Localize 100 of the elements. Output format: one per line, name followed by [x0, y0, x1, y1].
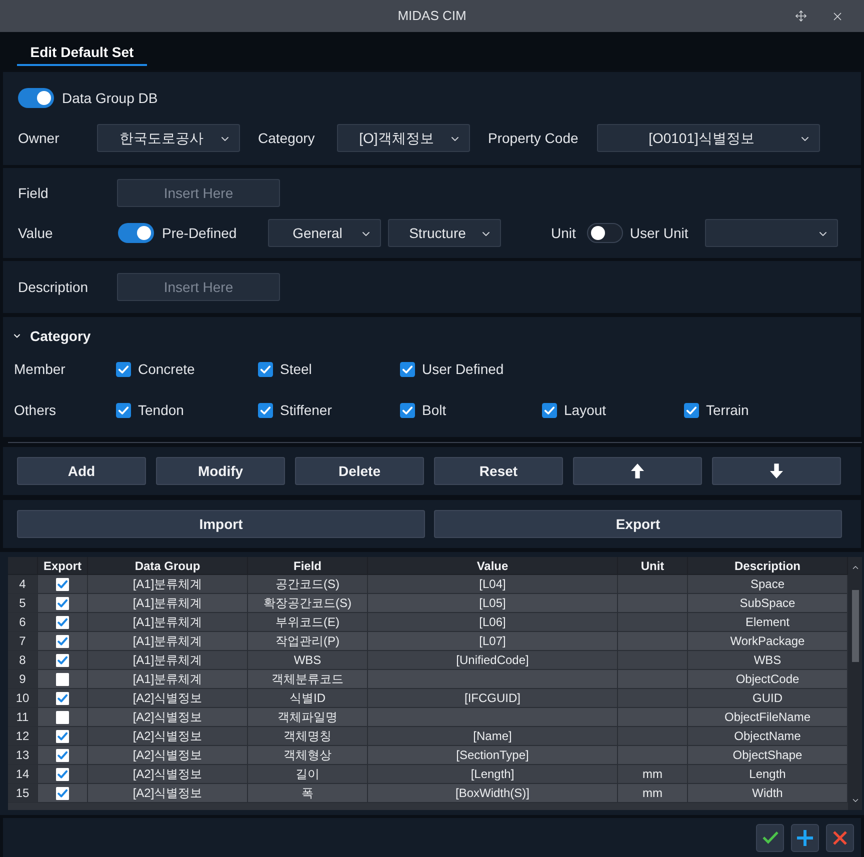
table-cell: [IFCGUID]	[368, 689, 618, 707]
table-row[interactable]: 5 [A1]분류체계 확장공간코드(S) [L05] SubSpace	[8, 594, 848, 613]
chevron-down-icon[interactable]	[850, 796, 860, 805]
move-icon[interactable]	[795, 10, 807, 22]
checkbox[interactable]	[542, 402, 557, 418]
form-label: Others	[14, 400, 58, 420]
row-number: 4	[8, 575, 38, 593]
table-cell: [A1]분류체계	[88, 575, 248, 593]
table-cell: 식별ID	[248, 689, 368, 707]
checkbox[interactable]	[684, 402, 699, 418]
checkbox[interactable]	[56, 616, 69, 628]
action-button[interactable]: Import	[17, 510, 425, 538]
confirm-button[interactable]	[756, 824, 784, 852]
table-cell: 객체형상	[248, 746, 368, 764]
add-button[interactable]	[791, 824, 819, 852]
toggle-switch[interactable]	[18, 88, 54, 108]
table-row[interactable]: 10 [A2]식별정보 식별ID [IFCGUID] GUID	[8, 689, 848, 708]
table-cell: [A1]분류체계	[88, 670, 248, 688]
input-field[interactable]: Insert Here	[117, 179, 280, 207]
checkbox[interactable]	[56, 654, 69, 666]
table-cell: [A2]식별정보	[88, 784, 248, 802]
table-cell: [L04]	[368, 575, 618, 593]
table-cell: [L06]	[368, 613, 618, 631]
cancel-button[interactable]	[826, 824, 854, 852]
table-row[interactable]: 8 [A1]분류체계 WBS [UnifiedCode] WBS	[8, 651, 848, 670]
toggle-label: Data Group DB	[62, 88, 158, 108]
table-cell: [A2]식별정보	[88, 746, 248, 764]
table-cell: [A1]분류체계	[88, 632, 248, 650]
checkbox[interactable]	[56, 634, 69, 648]
dropdown[interactable]: 한국도로공사	[97, 124, 240, 152]
action-button[interactable]: Reset	[434, 457, 563, 485]
table-cell: [A2]식별정보	[88, 689, 248, 707]
checkbox[interactable]	[258, 402, 273, 418]
action-button[interactable]: Export	[434, 510, 842, 538]
toggle-switch[interactable]	[586, 223, 623, 243]
scrollbar-thumb[interactable]	[852, 590, 858, 662]
action-button[interactable]: Modify	[156, 457, 285, 485]
table-row[interactable]: 9 [A1]분류체계 객체분류코드 ObjectCode	[8, 670, 848, 689]
table-row[interactable]: 11 [A2]식별정보 객체파일명 ObjectFileName	[8, 708, 848, 727]
checkbox[interactable]	[56, 578, 69, 590]
toggle-switch[interactable]	[118, 223, 154, 243]
input-field[interactable]: Insert Here	[117, 273, 280, 301]
table-cell: 객체분류코드	[248, 670, 368, 688]
checkbox-label[interactable]: Concrete	[138, 358, 195, 380]
table-cell: [Length]	[368, 765, 618, 783]
checkbox[interactable]	[400, 362, 415, 376]
table-cell: 객체명칭	[248, 727, 368, 745]
table-row[interactable]: 12 [A2]식별정보 객체명칭 [Name] ObjectName	[8, 727, 848, 746]
table-cell: [A1]분류체계	[88, 594, 248, 612]
scrollbar[interactable]	[848, 557, 862, 810]
checkbox[interactable]	[400, 402, 415, 418]
move-button[interactable]	[712, 457, 841, 485]
checkbox-label[interactable]: Terrain	[706, 400, 749, 420]
checkbox-label[interactable]: Stiffener	[280, 400, 332, 420]
checkbox[interactable]	[56, 692, 69, 704]
checkbox[interactable]	[56, 786, 69, 800]
table-cell: WBS	[248, 651, 368, 669]
checkbox-label[interactable]: Steel	[280, 358, 312, 380]
row-number: 13	[8, 746, 38, 764]
table-row[interactable]: 7 [A1]분류체계 작업관리(P) [L07] WorkPackage	[8, 632, 848, 651]
table-cell: 객체파일명	[248, 708, 368, 726]
checkbox[interactable]	[56, 748, 69, 762]
checkbox[interactable]	[56, 710, 69, 724]
section-header[interactable]: Category	[12, 326, 91, 346]
table-row[interactable]: 15 [A2]식별정보 폭 [BoxWidth(S)] mm Width	[8, 784, 848, 803]
checkbox[interactable]	[56, 596, 69, 610]
dropdown[interactable]: [O]객체정보	[337, 124, 470, 152]
checkbox[interactable]	[258, 362, 273, 376]
checkbox-label[interactable]: Bolt	[422, 400, 446, 420]
arrow-up-icon	[631, 463, 644, 479]
table-row[interactable]: 14 [A2]식별정보 길이 [Length] mm Length	[8, 765, 848, 784]
form-label: Owner	[18, 128, 60, 148]
checkbox[interactable]	[56, 730, 69, 742]
toggle-label: User Unit	[630, 224, 688, 242]
dropdown[interactable]: [O0101]식별정보	[597, 124, 820, 152]
checkbox-label[interactable]: Layout	[564, 400, 606, 420]
checkbox[interactable]	[56, 768, 69, 780]
table-cell: [A1]분류체계	[88, 651, 248, 669]
form-label: Category	[258, 128, 316, 148]
dropdown[interactable]: Structure	[388, 219, 501, 247]
chevron-up-icon[interactable]	[850, 563, 860, 572]
table-cell: 길이	[248, 765, 368, 783]
checkbox[interactable]	[56, 672, 69, 686]
tab[interactable]: Edit Default Set	[17, 40, 147, 66]
row-number: 10	[8, 689, 38, 707]
checkbox-label[interactable]: User Defined	[422, 358, 504, 380]
table-row[interactable]: 13 [A2]식별정보 객체형상 [SectionType] ObjectShape	[8, 746, 848, 765]
row-number: 11	[8, 708, 38, 726]
action-button[interactable]: Delete	[295, 457, 424, 485]
move-button[interactable]	[573, 457, 702, 485]
table-cell: [Name]	[368, 727, 618, 745]
dropdown[interactable]: General	[268, 219, 381, 247]
table-cell: 공간코드(S)	[248, 575, 368, 593]
row-number: 8	[8, 651, 38, 669]
table-row[interactable]: 6 [A1]분류체계 부위코드(E) [L06] Element	[8, 613, 848, 632]
checkbox-label[interactable]: Tendon	[138, 400, 184, 420]
action-button[interactable]: Add	[17, 457, 146, 485]
checkbox[interactable]	[116, 402, 131, 418]
table-row[interactable]: 4 [A1]분류체계 공간코드(S) [L04] Space	[8, 575, 848, 594]
checkbox[interactable]	[116, 362, 131, 376]
